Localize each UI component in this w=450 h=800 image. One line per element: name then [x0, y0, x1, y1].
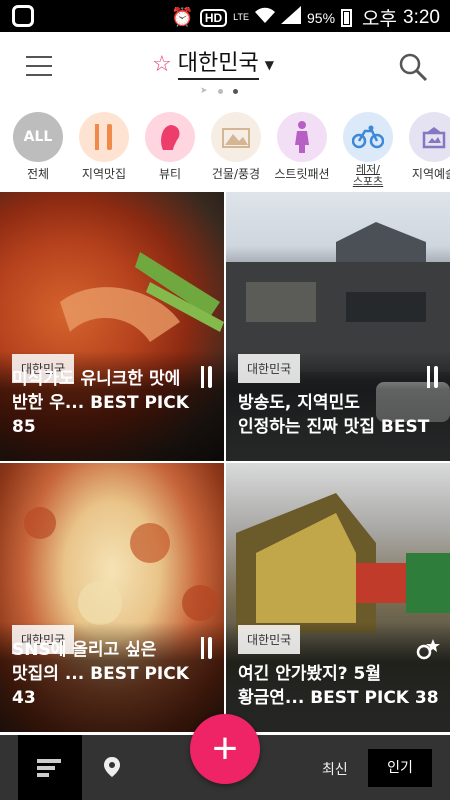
app-notification-icon [12, 5, 34, 27]
list-icon [37, 758, 61, 777]
location-arrow-icon: ➤ [200, 86, 208, 96]
category-label: 건물/풍경 [211, 167, 261, 181]
category-street-fashion[interactable]: 스트릿패션 [269, 108, 335, 190]
battery-icon [341, 8, 353, 27]
category-label: 지역예술 [411, 167, 450, 181]
category-local-art[interactable]: 지역예술 [401, 108, 450, 190]
category-beauty[interactable]: 뷰티 [137, 108, 203, 190]
frame-icon [409, 112, 450, 162]
battery-percent: 95% [307, 9, 336, 26]
list-view-button[interactable] [18, 735, 82, 800]
time-ampm: 오후 [362, 9, 398, 30]
category-label: 지역맛집 [81, 167, 127, 181]
all-icon: ALL [13, 112, 63, 162]
alarm-icon: ⏰ [171, 7, 194, 27]
category-leisure-sports[interactable]: 레저/ 스포츠 [335, 108, 401, 190]
page-dot-active [232, 88, 238, 94]
region-selector[interactable]: ☆ 대한민국 ▼ [152, 50, 274, 80]
face-silhouette-icon [145, 112, 195, 162]
map-pin-icon[interactable] [100, 755, 124, 779]
fork-knife-icon [426, 366, 440, 392]
content-card[interactable]: 대한민국 여긴 안가봤지? 5월 황금연... BEST PICK 38 [226, 463, 450, 732]
search-icon[interactable] [398, 52, 428, 82]
sort-recent-button[interactable]: 최신 [322, 759, 348, 779]
wifi-icon [255, 7, 276, 28]
page-dot [217, 88, 223, 94]
category-label: 레저/ 스포츠 [352, 163, 384, 188]
person-icon [277, 112, 327, 162]
mountain-icon [211, 112, 261, 162]
category-bar: ALL 전체 지역맛집 뷰티 건물/풍경 스트릿패션 레저/ 스포츠 지역예 [0, 108, 450, 190]
add-button[interactable]: + [190, 714, 260, 784]
category-local-food[interactable]: 지역맛집 [71, 108, 137, 190]
chevron-down-icon: ▼ [264, 58, 274, 72]
sort-popular-button[interactable]: 인기 [368, 749, 432, 787]
page-title: 대한민국 [177, 50, 259, 80]
category-building-scenery[interactable]: 건물/풍경 [203, 108, 269, 190]
content-grid: 대한민국 미식가도 유니크한 맛에 반한 우... BEST PICK 85 대… [0, 192, 450, 735]
card-caption: 방송도, 지역민도 인정하는 진짜 맛집 BEST [238, 393, 430, 437]
page-indicator: ➤ [200, 86, 238, 96]
content-card[interactable]: 대한민국 방송도, 지역민도 인정하는 진짜 맛집 BEST [226, 192, 450, 461]
category-label: 뷰티 [158, 167, 182, 181]
card-caption: SNS에 올리고 싶은 맛집의 ... BEST PICK 43 [12, 640, 189, 708]
region-tag[interactable]: 대한민국 [238, 625, 301, 654]
card-caption: 미식가도 유니크한 맛에 반한 우... BEST PICK 85 [12, 369, 189, 437]
star-icon[interactable]: ☆ [152, 50, 172, 80]
signal-icon [281, 6, 302, 29]
card-caption: 여긴 안가봤지? 5월 황금연... BEST PICK 38 [238, 664, 439, 708]
lte-icon: LTE [233, 12, 250, 22]
bike-star-icon [416, 637, 440, 665]
category-all[interactable]: ALL 전체 [5, 108, 71, 190]
time: 3:20 [403, 6, 440, 28]
category-label: 전체 [26, 167, 50, 181]
hd-icon: HD [199, 8, 228, 27]
menu-icon[interactable] [26, 56, 52, 76]
status-bar: ⏰ HD LTE 95% 오후 3:20 [0, 0, 450, 32]
content-card[interactable]: 대한민국 SNS에 올리고 싶은 맛집의 ... BEST PICK 43 [0, 463, 224, 732]
category-label: 스트릿패션 [274, 167, 330, 181]
content-card[interactable]: 대한민국 미식가도 유니크한 맛에 반한 우... BEST PICK 85 [0, 192, 224, 461]
bicycle-icon [343, 112, 393, 162]
region-tag[interactable]: 대한민국 [238, 354, 301, 383]
status-right: ⏰ HD LTE 95% 오후 3:20 [171, 4, 440, 31]
fork-knife-icon [79, 112, 129, 162]
